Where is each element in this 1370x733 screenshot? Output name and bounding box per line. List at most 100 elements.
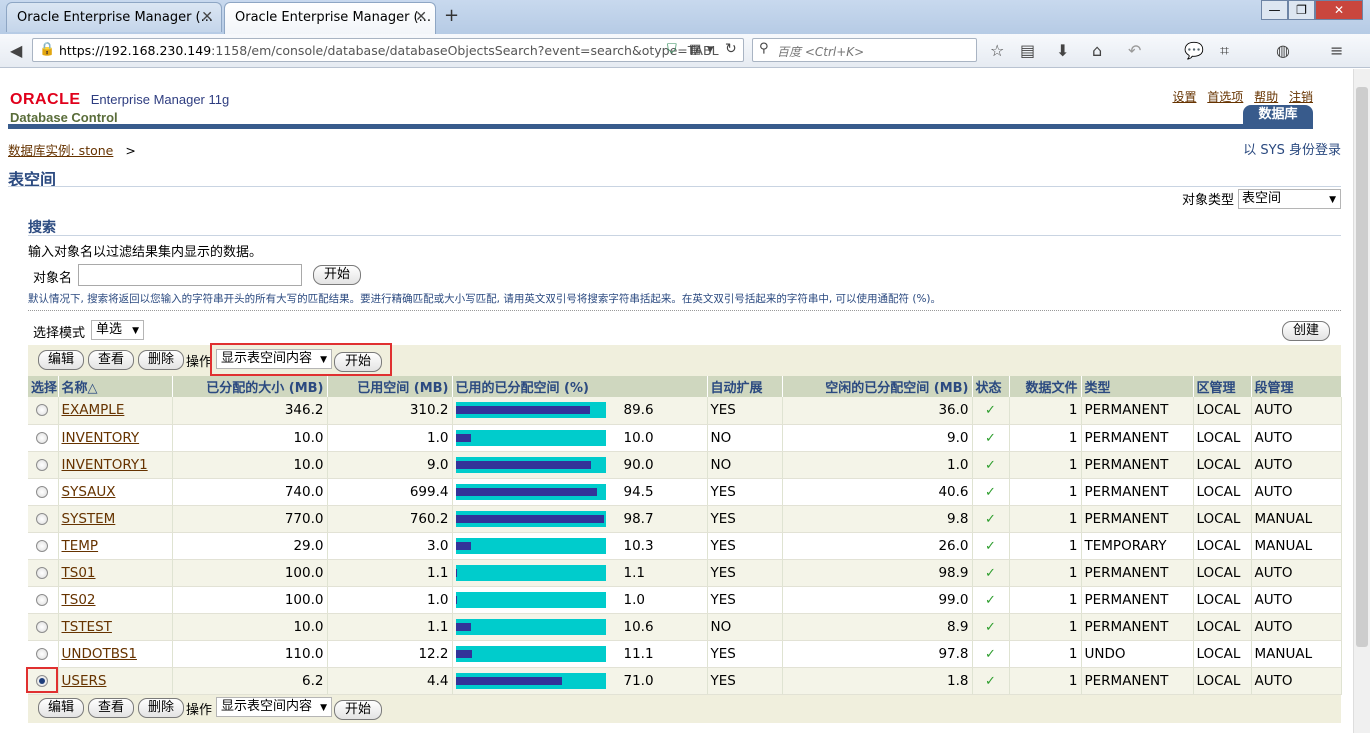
link-settings[interactable]: 设置 <box>1172 90 1196 104</box>
row-select-cell <box>28 424 59 452</box>
allocated-cell: 100.0 <box>172 559 328 587</box>
close-icon[interactable]: ✕ <box>201 9 213 25</box>
allocated-cell: 29.0 <box>172 532 328 560</box>
chat-icon[interactable]: 💬 <box>1184 41 1204 60</box>
row-radio[interactable] <box>36 593 48 606</box>
used-pct-text: 90.0 <box>623 456 654 473</box>
delete-button[interactable]: 删除 <box>138 350 184 370</box>
tab-database[interactable]: 数据库 <box>1243 105 1313 125</box>
window-close-icon[interactable]: ✕ <box>1315 0 1363 20</box>
used-pct-cell: 90.0 <box>452 451 708 479</box>
row-radio[interactable] <box>36 431 48 444</box>
back-icon[interactable]: ◀ <box>10 41 22 60</box>
reload-icon[interactable]: ↻ <box>725 41 737 57</box>
home-icon[interactable]: ⌂ <box>1092 41 1102 60</box>
link-help[interactable]: 帮助 <box>1254 90 1278 104</box>
row-radio[interactable] <box>36 512 48 525</box>
view-button[interactable]: 查看 <box>88 698 134 718</box>
maximize-icon[interactable]: ❐ <box>1288 0 1315 20</box>
tablespace-link[interactable]: TS02 <box>62 592 96 608</box>
bookmark-star-icon[interactable]: ☆ <box>990 41 1004 60</box>
col-segment-mgmt[interactable]: 段管理 <box>1251 376 1342 397</box>
free-cell: 36.0 <box>782 397 973 425</box>
scrollbar-thumb[interactable] <box>1356 87 1368 647</box>
free-cell: 40.6 <box>782 478 973 506</box>
vertical-scrollbar[interactable] <box>1353 69 1370 733</box>
edit-button[interactable]: 编辑 <box>38 698 84 718</box>
undo-icon[interactable]: ↶ <box>1128 41 1141 60</box>
view-button[interactable]: 查看 <box>88 350 134 370</box>
col-name[interactable]: 名称△ <box>58 376 173 397</box>
extent-mgmt-cell: LOCAL <box>1193 424 1252 452</box>
link-preferences[interactable]: 首选项 <box>1207 90 1243 104</box>
minimize-icon[interactable]: — <box>1261 0 1288 20</box>
search-input[interactable]: ⚲ 百度 <Ctrl+K> <box>752 38 977 62</box>
tablespace-link[interactable]: INVENTORY <box>62 430 140 446</box>
row-radio[interactable] <box>36 620 48 633</box>
address-bar[interactable]: 🔒 https://192.168.230.149:1158/em/consol… <box>32 38 744 62</box>
col-status[interactable]: 状态 <box>972 376 1010 397</box>
row-select-cell <box>28 397 59 425</box>
col-used-pct[interactable]: 已用的已分配空间 (%) <box>452 376 708 397</box>
col-autoextend[interactable]: 自动扩展 <box>707 376 783 397</box>
new-tab-icon[interactable]: + <box>444 5 459 26</box>
selection-mode-select[interactable]: 单选 ▼ <box>91 320 144 340</box>
dropdown-icon[interactable]: ▾ <box>707 42 714 57</box>
tablespace-link[interactable]: SYSTEM <box>62 511 116 527</box>
actions-select[interactable]: 显示表空间内容 ▼ <box>216 697 332 717</box>
link-logout[interactable]: 注销 <box>1289 90 1313 104</box>
row-radio[interactable] <box>36 404 48 417</box>
row-radio[interactable] <box>36 647 48 660</box>
close-icon[interactable]: ✕ <box>415 9 427 25</box>
tablespace-link[interactable]: UNDOTBS1 <box>62 646 137 662</box>
used-pct-text: 1.1 <box>623 564 645 581</box>
col-type[interactable]: 类型 <box>1081 376 1194 397</box>
delete-button[interactable]: 删除 <box>138 698 184 718</box>
used-pct-text: 11.1 <box>623 645 654 662</box>
menu-icon[interactable]: ≡ <box>1330 41 1343 60</box>
globe-icon[interactable]: ◍ <box>1276 41 1290 60</box>
col-free[interactable]: 空闲的已分配空间 (MB) <box>782 376 973 397</box>
crop-icon[interactable]: ⌗ <box>1220 41 1229 61</box>
breadcrumb-link[interactable]: 数据库实例: stone <box>8 143 113 158</box>
actions-go-button[interactable]: 开始 <box>334 700 382 720</box>
used-pct-text: 10.0 <box>623 429 654 446</box>
tablespace-link[interactable]: TS01 <box>62 565 96 581</box>
browser-tab-2[interactable]: Oracle Enterprise Manager (... ✕ <box>224 2 436 34</box>
tablespace-link[interactable]: SYSAUX <box>62 484 116 500</box>
type-cell: PERMANENT <box>1081 613 1194 641</box>
row-radio[interactable] <box>36 458 48 471</box>
tablespace-link[interactable]: USERS <box>62 673 107 689</box>
actions-label: 操作 <box>186 355 213 370</box>
tablespace-link[interactable]: EXAMPLE <box>62 402 125 418</box>
search-go-button[interactable]: 开始 <box>313 265 361 285</box>
col-allocated[interactable]: 已分配的大小 (MB) <box>172 376 328 397</box>
edit-button[interactable]: 编辑 <box>38 350 84 370</box>
download-icon[interactable]: ⬇ <box>1056 41 1069 60</box>
object-name-input[interactable] <box>78 264 302 286</box>
title-divider <box>8 186 1341 187</box>
browser-tab-1[interactable]: Oracle Enterprise Manager (... ✕ <box>6 2 222 32</box>
reading-list-icon[interactable]: ▤ <box>1020 41 1035 60</box>
row-radio[interactable] <box>36 485 48 498</box>
check-icon: ✓ <box>985 403 996 419</box>
used-cell: 3.0 <box>327 532 453 560</box>
segment-mgmt-cell: AUTO <box>1251 586 1342 614</box>
object-type-select[interactable]: 表空间 ▼ <box>1238 189 1341 209</box>
used-cell: 4.4 <box>327 667 453 695</box>
autoextend-cell: YES <box>707 559 783 587</box>
row-radio[interactable] <box>36 539 48 552</box>
row-radio[interactable] <box>36 566 48 579</box>
shield-icon[interactable]: ⛉ <box>667 42 677 57</box>
qrcode-icon[interactable]: ▦ <box>689 42 701 57</box>
tablespace-link[interactable]: INVENTORY1 <box>62 457 148 473</box>
col-extent-mgmt[interactable]: 区管理 <box>1193 376 1252 397</box>
row-select-cell <box>28 559 59 587</box>
used-pct-text: 89.6 <box>623 402 654 419</box>
tablespace-link[interactable]: TSTEST <box>62 619 112 635</box>
col-used[interactable]: 已用空间 (MB) <box>327 376 453 397</box>
col-datafiles[interactable]: 数据文件 <box>1009 376 1082 397</box>
create-button[interactable]: 创建 <box>1282 321 1330 341</box>
segment-mgmt-cell: AUTO <box>1251 667 1342 695</box>
tablespace-link[interactable]: TEMP <box>62 538 99 554</box>
